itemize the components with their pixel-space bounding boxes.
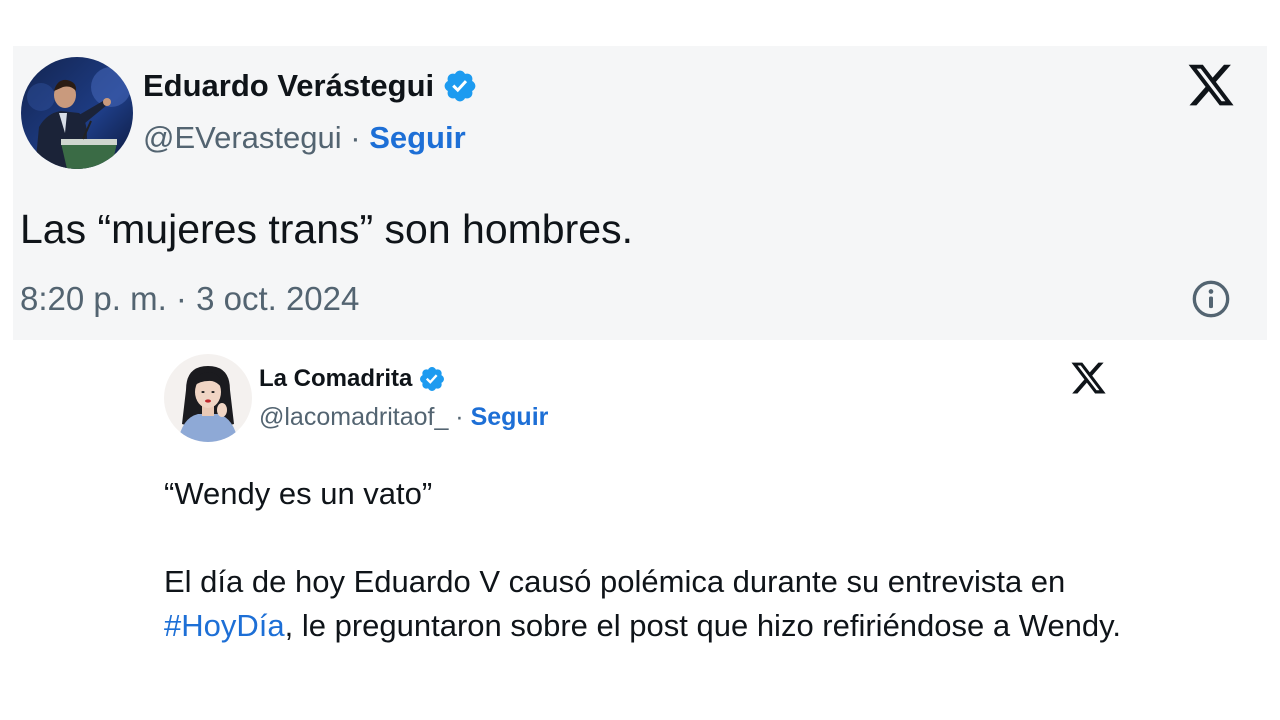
author-handle[interactable]: @lacomadritaof_ [259, 403, 448, 431]
author-name-row: Eduardo Verástegui [143, 68, 478, 104]
author-name[interactable]: La Comadrita [259, 365, 412, 393]
body-paragraph: El día de hoy Eduardo V causó polémica d… [164, 560, 1124, 648]
author-name[interactable]: Eduardo Verástegui [143, 68, 434, 104]
verified-badge-icon [420, 367, 445, 391]
tweet-card-lacomadrita: La Comadrita @lacomadritaof_ · Seguir “W… [150, 344, 1150, 714]
screenshot-canvas: Eduardo Verástegui @EVerastegui · Seguir… [0, 0, 1280, 720]
hashtag-link[interactable]: #HoyDía [164, 608, 285, 643]
x-logo-icon[interactable] [1185, 60, 1237, 110]
tweet-text: “Wendy es un vato” El día de hoy Eduardo… [164, 472, 1124, 648]
author-name-row: La Comadrita [259, 365, 446, 393]
tweet-card-eduardo: Eduardo Verástegui @EVerastegui · Seguir… [13, 46, 1267, 340]
avatar[interactable] [164, 354, 252, 442]
tweet-timestamp[interactable]: 8:20 p. m. · 3 oct. 2024 [20, 280, 359, 318]
verified-badge-icon [444, 70, 476, 102]
separator-dot: · [341, 120, 370, 155]
follow-button[interactable]: Seguir [471, 403, 549, 431]
body-text-after: , le preguntaron sobre el post que hizo … [284, 608, 1121, 643]
follow-button[interactable]: Seguir [369, 120, 465, 155]
tweet-text: Las “mujeres trans” son hombres. [20, 206, 633, 252]
body-text-before: El día de hoy Eduardo V causó polémica d… [164, 564, 1066, 599]
illustrated-woman-avatar-icon [164, 354, 252, 442]
handle-row: @lacomadritaof_ · Seguir [259, 403, 548, 432]
handle-row: @EVerastegui · Seguir [143, 120, 466, 156]
author-handle[interactable]: @EVerastegui [143, 120, 342, 155]
info-icon[interactable] [1191, 279, 1231, 319]
avatar[interactable] [21, 57, 133, 169]
separator-dot: · [448, 403, 471, 431]
quote-line: “Wendy es un vato” [164, 476, 433, 511]
x-logo-icon[interactable] [1068, 359, 1109, 397]
profile-photo-icon [21, 57, 133, 169]
